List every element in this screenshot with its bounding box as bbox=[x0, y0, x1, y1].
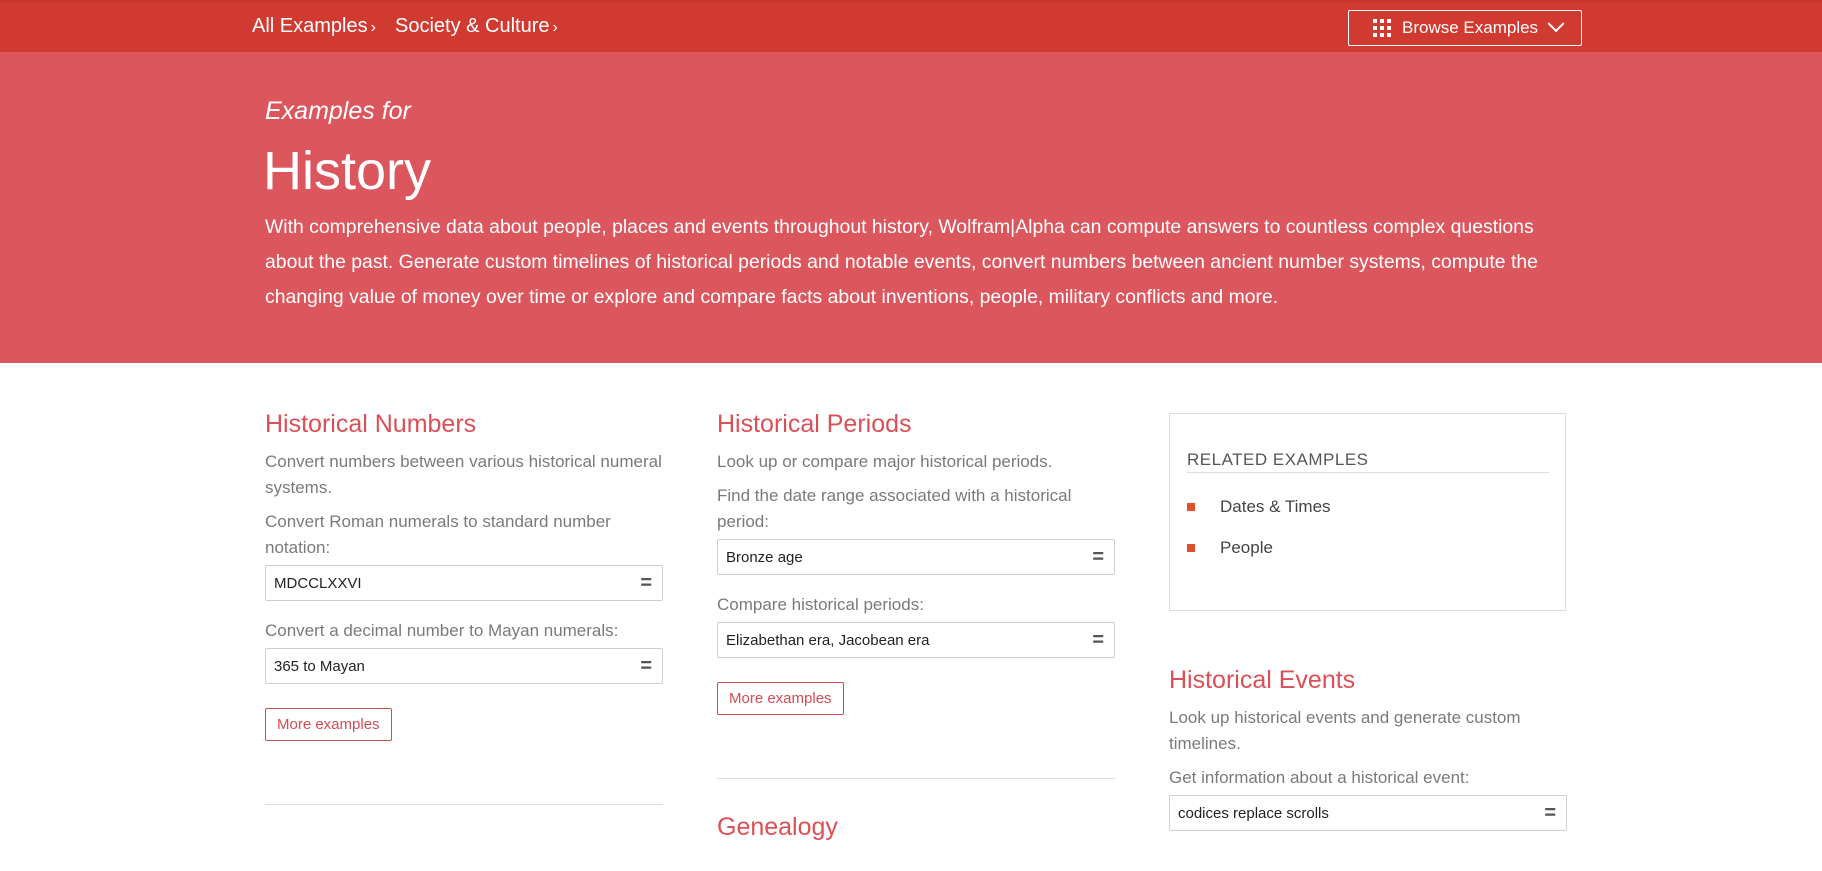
example-label: Get information about a historical event… bbox=[1169, 768, 1470, 787]
browse-examples-label: Browse Examples bbox=[1402, 18, 1539, 37]
section-title[interactable]: Historical Events bbox=[1169, 666, 1567, 695]
example-label: Convert a decimal number to Mayan numera… bbox=[265, 621, 619, 640]
breadcrumb-label: All Examples bbox=[252, 15, 368, 37]
related-examples-box: RELATED EXAMPLES Dates & Times People bbox=[1169, 413, 1566, 611]
example-label: Convert Roman numerals to standard numbe… bbox=[265, 512, 611, 557]
square-bullet-icon bbox=[1187, 544, 1195, 552]
section-divider bbox=[717, 778, 1115, 779]
hero-banner: Examples for History With comprehensive … bbox=[0, 52, 1822, 363]
chevron-right-icon: › bbox=[552, 19, 558, 36]
related-item-label: Dates & Times bbox=[1220, 497, 1331, 516]
example-query: Elizabethan era, Jacobean era bbox=[726, 631, 930, 649]
example-query: MDCCLXXVI bbox=[274, 574, 362, 592]
equals-icon: = bbox=[640, 654, 652, 677]
equals-icon: = bbox=[1092, 545, 1104, 568]
related-item-dates-times[interactable]: Dates & Times bbox=[1187, 497, 1331, 517]
top-nav: All Examples › Society & Culture › Browse … bbox=[0, 0, 1822, 52]
section-description: Look up or compare major historical peri… bbox=[717, 452, 1053, 471]
breadcrumb-society-culture[interactable]: Society & Culture › bbox=[395, 15, 558, 38]
section-divider bbox=[265, 804, 663, 805]
example-query-box[interactable]: MDCCLXXVI = bbox=[265, 565, 663, 601]
section-historical-events: Historical Events Look up historical eve… bbox=[1169, 666, 1567, 831]
example-query: 365 to Mayan bbox=[274, 657, 365, 675]
equals-icon: = bbox=[1092, 628, 1104, 651]
section-title[interactable]: Historical Numbers bbox=[265, 410, 663, 439]
more-examples-button[interactable]: More examples bbox=[265, 708, 392, 741]
chevron-down-icon bbox=[1547, 15, 1565, 33]
example-query-box[interactable]: codices replace scrolls = bbox=[1169, 795, 1567, 831]
related-item-people[interactable]: People bbox=[1187, 538, 1273, 558]
browse-examples-button[interactable]: Browse Examples bbox=[1348, 10, 1582, 46]
breadcrumb-label: Society & Culture bbox=[395, 15, 550, 37]
hero-subtitle: Examples for bbox=[265, 97, 411, 125]
grid-icon bbox=[1373, 19, 1391, 37]
hero-description: With comprehensive data about people, pl… bbox=[265, 216, 1538, 308]
example-query-box[interactable]: 365 to Mayan = bbox=[265, 648, 663, 684]
breadcrumb-all-examples[interactable]: All Examples › bbox=[252, 15, 376, 38]
section-title-genealogy[interactable]: Genealogy bbox=[717, 813, 1115, 842]
example-label: Find the date range associated with a hi… bbox=[717, 486, 1072, 531]
example-query: codices replace scrolls bbox=[1178, 804, 1329, 822]
equals-icon: = bbox=[1544, 801, 1556, 824]
related-item-label: People bbox=[1220, 538, 1273, 557]
related-heading: RELATED EXAMPLES bbox=[1187, 450, 1549, 473]
page-title: History bbox=[263, 141, 432, 201]
square-bullet-icon bbox=[1187, 503, 1195, 511]
example-label: Compare historical periods: bbox=[717, 595, 924, 614]
example-query-box[interactable]: Elizabethan era, Jacobean era = bbox=[717, 622, 1115, 658]
section-description: Look up historical events and generate c… bbox=[1169, 708, 1521, 753]
section-description: Convert numbers between various historic… bbox=[265, 452, 662, 497]
more-examples-button[interactable]: More examples bbox=[717, 682, 844, 715]
section-historical-numbers: Historical Numbers Convert numbers betwe… bbox=[265, 363, 663, 805]
equals-icon: = bbox=[640, 571, 652, 594]
chevron-right-icon: › bbox=[370, 19, 376, 36]
section-title[interactable]: Historical Periods bbox=[717, 410, 1115, 439]
example-query: Bronze age bbox=[726, 548, 803, 566]
example-query-box[interactable]: Bronze age = bbox=[717, 539, 1115, 575]
section-historical-periods: Historical Periods Look up or compare ma… bbox=[717, 363, 1115, 842]
